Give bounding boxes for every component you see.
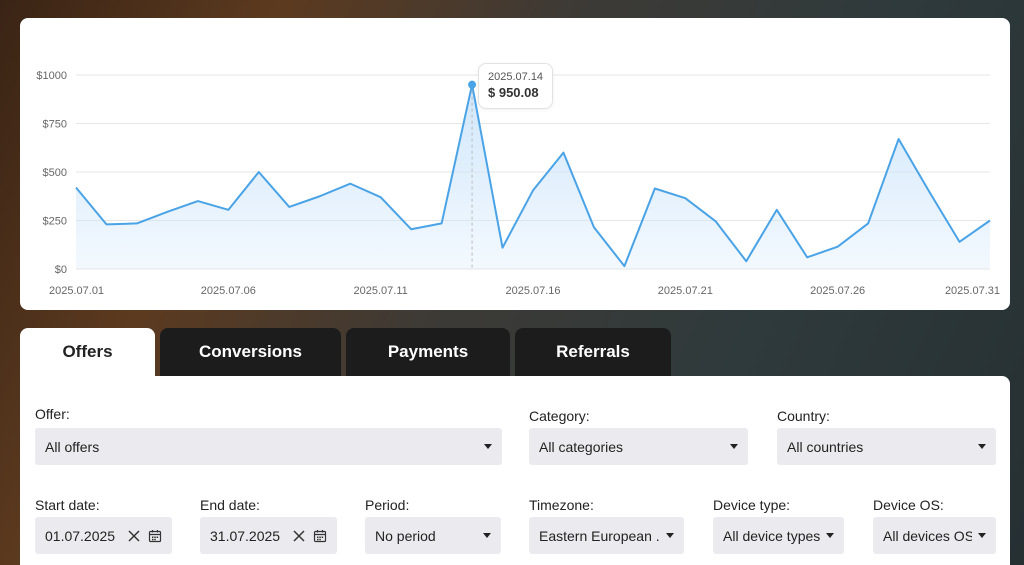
x-tick-label: 2025.07.31 <box>945 285 1000 297</box>
start-date-value: 01.07.2025 <box>45 527 116 544</box>
area-fill <box>76 84 990 269</box>
tooltip-date: 2025.07.14 <box>488 71 544 83</box>
period-select[interactable]: No period <box>365 517 501 554</box>
tab-offers[interactable]: Offers <box>20 328 155 376</box>
y-tick-label: $750 <box>43 119 67 131</box>
x-tick-label: 2025.07.11 <box>354 285 408 297</box>
timezone-label: Timezone: <box>529 497 594 513</box>
device-type-select[interactable]: All device types <box>713 517 844 554</box>
category-label: Category: <box>529 408 590 424</box>
country-value: All countries <box>787 438 864 455</box>
start-date-input[interactable]: 01.07.2025 <box>35 517 172 554</box>
chevron-down-icon <box>730 444 738 449</box>
y-tick-label: $250 <box>43 216 67 228</box>
chevron-down-icon <box>978 533 986 538</box>
tab-payments[interactable]: Payments <box>346 328 510 376</box>
chevron-down-icon <box>826 533 834 538</box>
chevron-down-icon <box>978 444 986 449</box>
device-type-value: All device types <box>723 527 820 544</box>
end-date-input[interactable]: 31.07.2025 <box>200 517 337 554</box>
x-tick-label: 2025.07.06 <box>201 285 256 297</box>
highlight-point <box>468 80 477 89</box>
start-date-label: Start date: <box>35 497 100 513</box>
revenue-chart-card: $0 $250 $500 $750 $1000 2025.07.01 2025.07.06 2… <box>20 18 1010 310</box>
calendar-icon[interactable] <box>313 529 327 543</box>
end-date-value: 31.07.2025 <box>210 527 281 544</box>
period-value: No period <box>375 527 436 544</box>
close-icon[interactable] <box>126 528 142 544</box>
category-select[interactable]: All categories <box>529 428 748 465</box>
calendar-icon[interactable] <box>148 529 162 543</box>
x-tick-label: 2025.07.26 <box>810 285 865 297</box>
x-tick-label: 2025.07.21 <box>658 285 713 297</box>
revenue-chart: $0 $250 $500 $750 $1000 2025.07.01 2025.07.06 2… <box>36 70 1000 297</box>
y-tick-label: $500 <box>43 167 67 179</box>
x-tick-label: 2025.07.01 <box>49 285 104 297</box>
chevron-down-icon <box>666 533 674 538</box>
period-label: Period: <box>365 497 410 513</box>
tooltip-value: $ 950.08 <box>488 85 539 100</box>
tab-referrals[interactable]: Referrals <box>515 328 671 376</box>
tab-conversions[interactable]: Conversions <box>160 328 341 376</box>
y-tick-label: $1000 <box>36 70 67 82</box>
device-type-label: Device type: <box>713 497 791 513</box>
chevron-down-icon <box>483 533 491 538</box>
close-icon[interactable] <box>291 528 307 544</box>
category-value: All categories <box>539 438 624 455</box>
device-os-label: Device OS: <box>873 497 944 513</box>
offer-select[interactable]: All offers <box>35 428 502 465</box>
x-tick-label: 2025.07.16 <box>505 285 560 297</box>
y-tick-label: $0 <box>55 264 67 276</box>
filters-panel: Offer: All offers Category: All categori… <box>20 376 1010 565</box>
offer-label: Offer: <box>35 406 70 422</box>
country-label: Country: <box>777 408 830 424</box>
device-os-value: All devices OS <box>883 527 972 544</box>
chart-tooltip: 2025.07.14 $ 950.08 <box>478 63 554 109</box>
country-select[interactable]: All countries <box>777 428 996 465</box>
offer-value: All offers <box>45 438 100 455</box>
chevron-down-icon <box>484 444 492 449</box>
timezone-select[interactable]: Eastern European ... <box>529 517 684 554</box>
end-date-label: End date: <box>200 497 260 513</box>
device-os-select[interactable]: All devices OS <box>873 517 996 554</box>
timezone-value: Eastern European ... <box>539 527 660 544</box>
